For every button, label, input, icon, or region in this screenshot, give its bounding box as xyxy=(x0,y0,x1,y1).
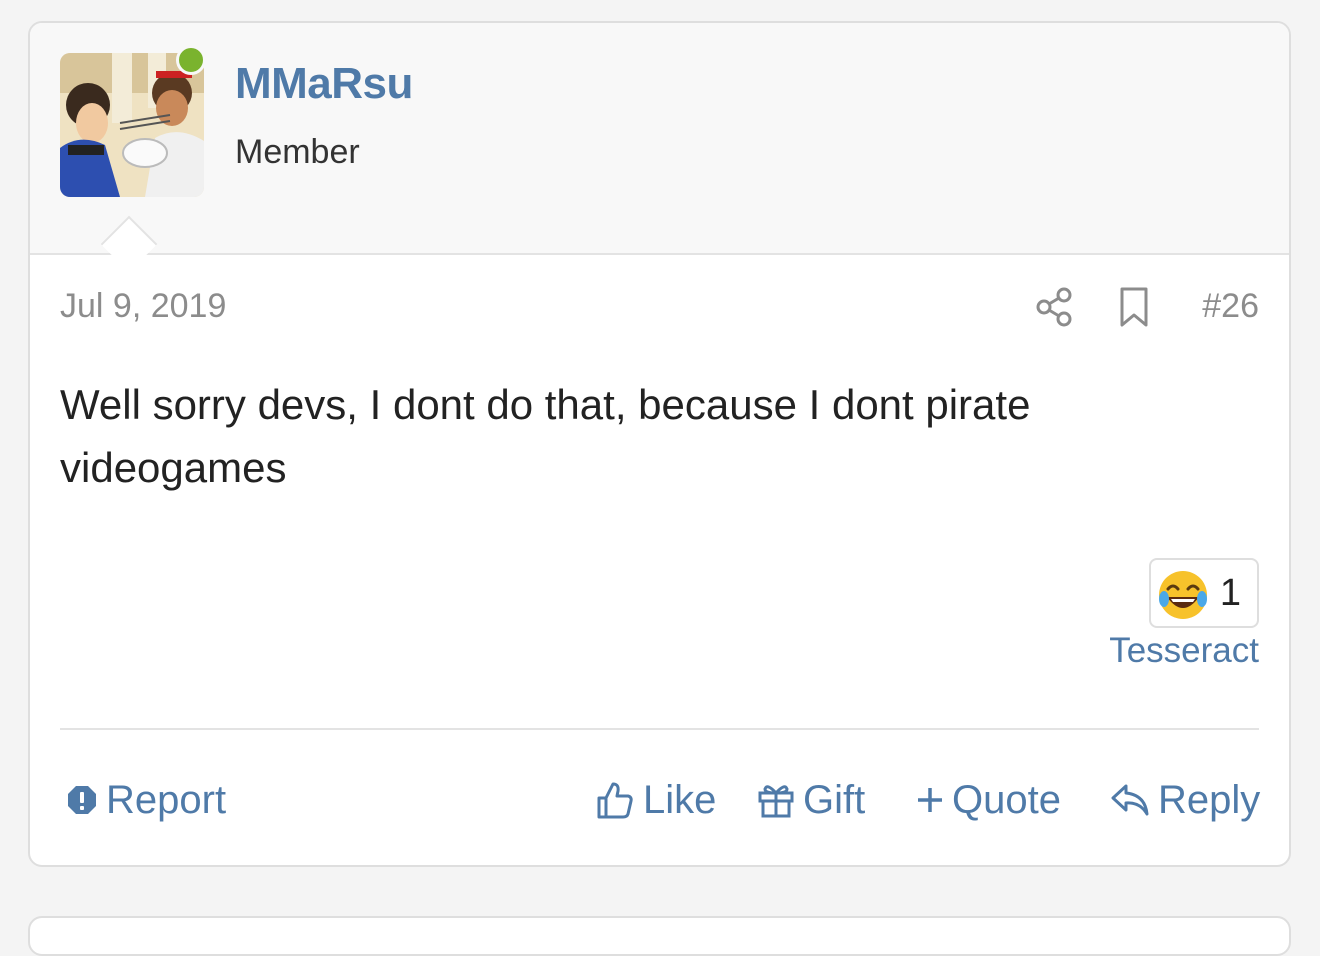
post-meta: Jul 9, 2019 #26 xyxy=(60,285,1259,335)
share-icon[interactable] xyxy=(1034,285,1074,329)
reply-label: Reply xyxy=(1158,777,1261,822)
quote-label: Quote xyxy=(952,777,1061,822)
post-actions: Report Like Gift Quote Reply xyxy=(60,775,1260,825)
user-header: MMaRsu Member xyxy=(30,23,1289,255)
post-date[interactable]: Jul 9, 2019 xyxy=(60,287,226,326)
post-number-link[interactable]: #26 xyxy=(1202,287,1259,326)
online-status-indicator xyxy=(176,45,206,75)
reaction-count: 1 xyxy=(1219,572,1241,614)
reaction-summary[interactable]: 1 xyxy=(1149,558,1259,628)
avatar[interactable] xyxy=(60,53,204,197)
actions-divider xyxy=(60,728,1259,730)
user-title: Member xyxy=(235,133,360,171)
gift-button[interactable]: Gift xyxy=(757,775,865,825)
avatar-wrap xyxy=(60,45,206,197)
like-button[interactable]: Like xyxy=(595,775,716,825)
gift-icon xyxy=(758,785,794,818)
plus-icon xyxy=(918,788,942,812)
gift-label: Gift xyxy=(803,777,866,822)
reply-button[interactable]: Reply xyxy=(1110,775,1260,825)
post-message: Well sorry devs, I dont do that, because… xyxy=(60,381,1031,491)
report-label: Report xyxy=(106,777,227,822)
reactor-link[interactable]: Tesseract xyxy=(1109,631,1259,671)
bookmark-icon[interactable] xyxy=(1117,285,1151,329)
like-label: Like xyxy=(643,777,717,822)
thumbs-up-icon xyxy=(597,782,633,819)
report-button[interactable]: Report xyxy=(66,775,226,825)
alert-icon xyxy=(68,786,96,814)
laughing-tears-emoji-icon xyxy=(1159,571,1207,619)
forum-post: MMaRsu Member Jul 9, 2019 #26 Well sorry… xyxy=(28,21,1291,867)
reply-arrow-icon xyxy=(1111,784,1149,816)
username-link[interactable]: MMaRsu xyxy=(235,59,413,109)
quote-button[interactable]: Quote xyxy=(916,775,1061,825)
next-post-card xyxy=(28,916,1291,956)
